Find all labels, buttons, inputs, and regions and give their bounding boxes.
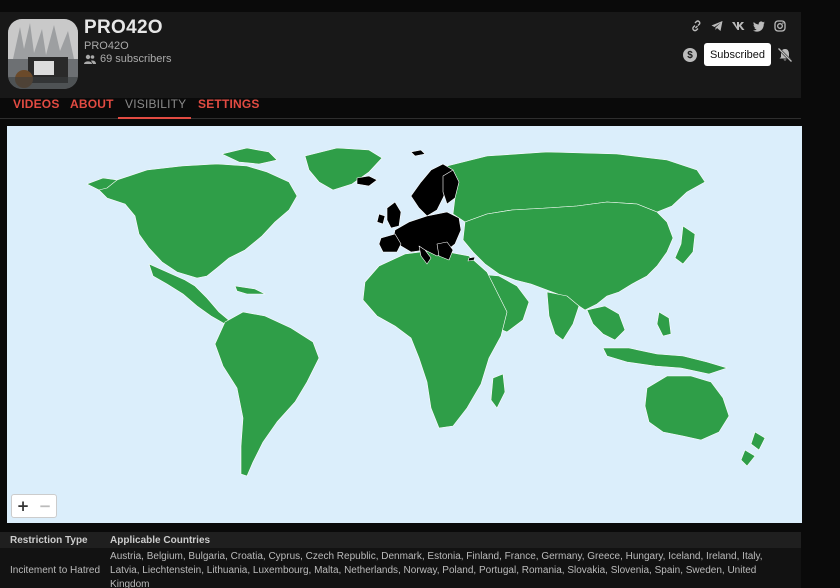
table-row: Incitement to Hatred Austria, Belgium, B… bbox=[0, 548, 801, 588]
tab-about[interactable]: ABOUT bbox=[70, 97, 114, 119]
applicable-countries-cell: Austria, Belgium, Bulgaria, Croatia, Cyp… bbox=[100, 548, 801, 588]
table-header-row: Restriction Type Applicable Countries bbox=[0, 532, 801, 548]
notifications-off-icon[interactable] bbox=[777, 47, 793, 63]
zoom-out-button[interactable]: − bbox=[34, 495, 56, 517]
visibility-map[interactable] bbox=[7, 126, 802, 523]
zoom-in-button[interactable]: + bbox=[12, 495, 34, 517]
link-icon[interactable] bbox=[688, 18, 704, 34]
subscribe-button[interactable]: Subscribed bbox=[704, 43, 771, 66]
twitter-icon[interactable] bbox=[751, 18, 767, 34]
instagram-icon[interactable] bbox=[772, 18, 788, 34]
subscriber-count: 69 subscribers bbox=[84, 53, 172, 65]
tab-visibility[interactable]: VISIBILITY bbox=[118, 97, 191, 119]
restriction-type-cell: Incitement to Hatred bbox=[0, 548, 101, 588]
tab-videos[interactable]: VIDEOS bbox=[13, 97, 60, 119]
channel-header: PRO42O PRO42O 69 subscribers $ Subscribe… bbox=[0, 12, 801, 98]
column-header-applicable-countries: Applicable Countries bbox=[100, 532, 801, 548]
column-header-restriction-type: Restriction Type bbox=[0, 532, 101, 548]
channel-avatar[interactable] bbox=[8, 19, 78, 89]
channel-handle: PRO42O bbox=[84, 40, 129, 52]
subscriber-count-text: 69 subscribers bbox=[100, 53, 172, 65]
world-map-svg bbox=[7, 126, 802, 523]
restrictions-table: Restriction Type Applicable Countries In… bbox=[0, 532, 801, 588]
users-icon bbox=[84, 54, 96, 64]
donate-icon[interactable]: $ bbox=[683, 48, 697, 62]
channel-name: PRO42O bbox=[84, 17, 163, 38]
channel-tabs: VIDEOS ABOUT VISIBILITY SETTINGS bbox=[0, 96, 801, 119]
social-links bbox=[688, 18, 788, 34]
vk-icon[interactable] bbox=[730, 18, 746, 34]
telegram-icon[interactable] bbox=[709, 18, 725, 34]
tab-settings[interactable]: SETTINGS bbox=[198, 97, 260, 119]
map-zoom-control: + − bbox=[11, 494, 57, 518]
avatar-photo bbox=[8, 19, 78, 89]
